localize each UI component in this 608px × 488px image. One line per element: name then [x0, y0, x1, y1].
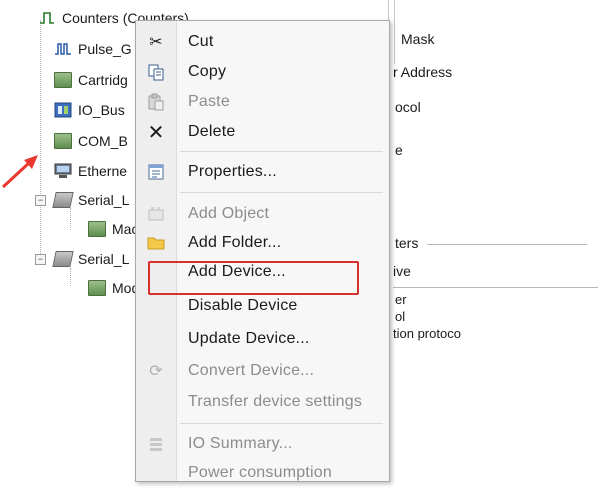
delete-x-icon: ✕: [147, 121, 165, 144]
menu-item-power-consumption[interactable]: Power consumption: [136, 458, 389, 488]
right-pane-text: ive: [393, 263, 411, 279]
red-arrow-icon: [1, 155, 38, 189]
menu-item-label: Cut: [188, 33, 214, 50]
tree-item-com-bus[interactable]: COM_B: [54, 129, 128, 153]
menu-item-delete[interactable]: ✕ Delete: [136, 117, 389, 147]
io-summary-icon: [146, 434, 166, 454]
menu-item-convert-device[interactable]: ⟳ Convert Device...: [136, 356, 389, 386]
right-pane-text: er: [395, 292, 407, 307]
tree-item-label: Pulse_G: [78, 41, 132, 57]
module-icon: [54, 72, 72, 88]
menu-separator: [180, 423, 383, 424]
tree-item-cartridge[interactable]: Cartridg: [54, 68, 128, 92]
menu-separator: [180, 192, 383, 193]
module-icon: [88, 280, 106, 296]
menu-item-label: IO Summary...: [188, 435, 293, 452]
tree-item-modbus-2[interactable]: Mod: [88, 276, 139, 300]
tree-item-label: Cartridg: [78, 72, 128, 88]
tree-item-serial-line-2[interactable]: Serial_L: [52, 247, 130, 271]
menu-item-label: Disable Device: [188, 297, 298, 314]
add-object-icon: [146, 204, 166, 224]
tree-item-modbus-1[interactable]: Mac: [88, 217, 138, 241]
tree-item-label: Serial_L: [78, 251, 130, 267]
tree-item-label: Etherne: [78, 163, 128, 179]
serial-line-icon: [52, 192, 74, 208]
menu-item-disable-device[interactable]: Disable Device: [136, 291, 389, 321]
right-pane-text: ters: [395, 235, 419, 251]
pulse-icon: [54, 41, 72, 57]
convert-icon: ⟳: [149, 363, 163, 380]
menu-item-label: Convert Device...: [188, 362, 315, 379]
menu-item-label: Add Folder...: [188, 234, 282, 251]
menu-separator: [180, 151, 383, 152]
right-pane-text: ocol: [395, 99, 421, 115]
right-pane-text: Mask: [401, 31, 435, 47]
module-icon: [88, 221, 106, 237]
menu-item-label: Properties...: [188, 163, 277, 180]
menu-item-cut[interactable]: ✂ Cut: [136, 27, 389, 57]
right-pane-text: r Address: [393, 64, 453, 80]
copy-icon: [146, 62, 166, 82]
collapse-icon[interactable]: −: [35, 254, 46, 265]
collapse-icon[interactable]: −: [35, 195, 46, 206]
menu-item-update-device[interactable]: Update Device...: [136, 324, 389, 354]
right-pane-text: ol: [395, 309, 406, 324]
ethernet-icon: [54, 163, 72, 179]
menu-item-label: Add Object: [188, 205, 270, 222]
tree-item-pulse-gen[interactable]: Pulse_G: [54, 37, 132, 61]
tree-item-label: Serial_L: [78, 192, 130, 208]
menu-item-copy[interactable]: Copy: [136, 57, 389, 87]
menu-item-properties[interactable]: Properties...: [136, 157, 389, 187]
tree-item-io-bus[interactable]: IO_Bus: [54, 98, 125, 122]
menu-item-io-summary[interactable]: IO Summary...: [136, 429, 389, 459]
menu-item-add-object[interactable]: Add Object: [136, 199, 389, 229]
paste-icon: [146, 92, 166, 112]
menu-item-add-folder[interactable]: Add Folder...: [136, 228, 389, 258]
scissors-icon: ✂: [149, 34, 163, 51]
properties-icon: [146, 162, 166, 182]
module-icon: [54, 133, 72, 149]
tree-item-serial-line-1[interactable]: Serial_L: [52, 188, 130, 212]
tree-item-label: IO_Bus: [78, 102, 125, 118]
menu-item-label: Delete: [188, 123, 236, 140]
menu-item-transfer-device-settings[interactable]: Transfer device settings: [136, 387, 389, 417]
menu-item-label: Transfer device settings: [188, 393, 363, 410]
properties-pane: Mask r Address ocol e ters ive er ol tio…: [393, 0, 608, 473]
tree-item-label: COM_B: [78, 133, 128, 149]
serial-line-icon: [52, 251, 74, 267]
right-pane-text: tion protoco: [393, 326, 461, 341]
folder-icon: [146, 233, 166, 253]
menu-item-label: Update Device...: [188, 330, 310, 347]
menu-item-label: Paste: [188, 93, 230, 110]
menu-item-label: Power consumption: [188, 464, 332, 481]
menu-item-label: Copy: [188, 63, 227, 80]
counter-icon: [38, 10, 56, 26]
right-pane-text: e: [395, 142, 403, 158]
add-device-highlight: [148, 261, 359, 295]
io-bus-icon: [54, 102, 72, 118]
tree-item-ethernet[interactable]: Etherne: [54, 159, 127, 183]
menu-item-paste[interactable]: Paste: [136, 87, 389, 117]
context-menu: ✂ Cut Copy Paste ✕ Delete Properties... …: [135, 20, 390, 482]
